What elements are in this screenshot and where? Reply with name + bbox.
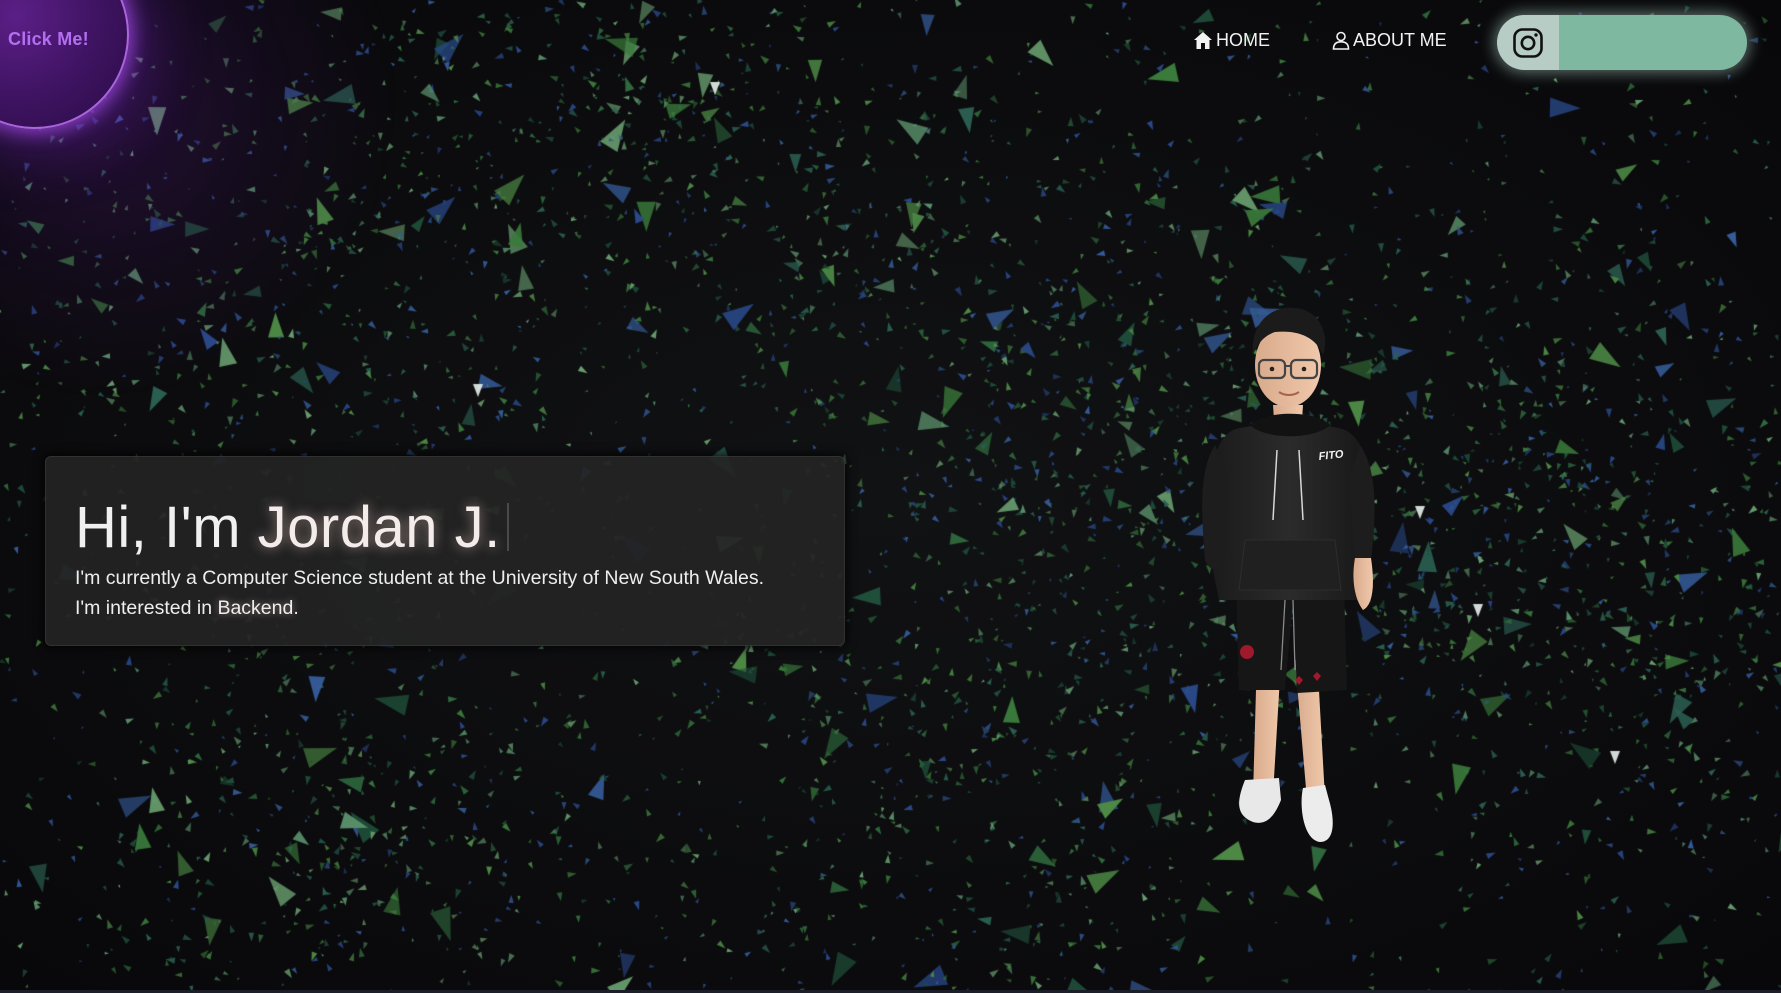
nav-about-label: ABOUT ME <box>1353 30 1447 50</box>
nav-about-link[interactable]: ABOUT ME <box>1332 30 1447 51</box>
interest-suffix: . <box>293 597 299 619</box>
nav-home-link[interactable]: HOME <box>1193 30 1270 51</box>
intro-card: Hi, I'm Jordan J. I'm currently a Comput… <box>45 456 845 646</box>
hero-description: I'm currently a Computer Science student… <box>75 567 765 589</box>
avatar-figure: FITO <box>1202 307 1375 842</box>
user-icon <box>1332 31 1350 50</box>
typing-cursor <box>506 503 509 551</box>
interest-value: Backend <box>217 597 294 619</box>
hero-interest-line: I'm interested in Backend. <box>75 597 299 620</box>
hero-greeting: Hi, I'm <box>75 495 258 560</box>
instagram-button[interactable] <box>1497 15 1559 70</box>
home-icon <box>1194 32 1212 49</box>
hero-title: Hi, I'm Jordan J. <box>75 494 509 561</box>
click-me-label[interactable]: Click Me! <box>8 29 89 50</box>
nav-home-label: HOME <box>1216 30 1270 50</box>
page-canvas: Click Me! HOME ABOUT ME Hi, I'm Jordan J… <box>0 0 1781 993</box>
interest-prefix: I'm interested in <box>75 597 218 619</box>
social-pill[interactable] <box>1497 15 1747 70</box>
hero-name: Jordan J. <box>257 495 501 560</box>
instagram-icon <box>1513 27 1543 58</box>
